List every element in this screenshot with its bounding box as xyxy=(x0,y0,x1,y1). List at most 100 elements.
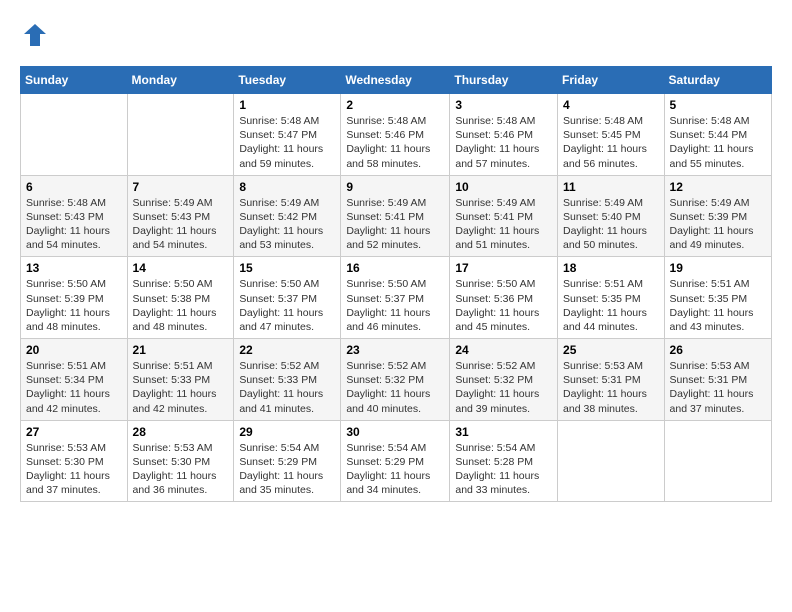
day-number: 9 xyxy=(346,180,444,194)
calendar-cell: 7 Sunrise: 5:49 AMSunset: 5:43 PMDaylight… xyxy=(127,175,234,257)
cell-info: Sunrise: 5:52 AMSunset: 5:32 PMDaylight:… xyxy=(455,359,552,416)
cell-info: Sunrise: 5:54 AMSunset: 5:29 PMDaylight:… xyxy=(346,441,444,498)
day-number: 3 xyxy=(455,98,552,112)
calendar-cell: 11Sunrise: 5:49 AMSunset: 5:40 PMDayligh… xyxy=(558,175,665,257)
calendar-cell: 18Sunrise: 5:51 AMSunset: 5:35 PMDayligh… xyxy=(558,257,665,339)
day-number: 29 xyxy=(239,425,335,439)
day-number: 7 xyxy=(133,180,229,194)
weekday-header-row: SundayMondayTuesdayWednesdayThursdayFrid… xyxy=(21,67,772,94)
day-number: 17 xyxy=(455,261,552,275)
cell-info: Sunrise: 5:49 AMSunset: 5:43 PMDaylight:… xyxy=(133,196,229,253)
calendar-cell: 16Sunrise: 5:50 AMSunset: 5:37 PMDayligh… xyxy=(341,257,450,339)
calendar-cell: 27 Sunrise: 5:53 AMSunset: 5:30 PMDayligh… xyxy=(21,420,128,502)
page-header xyxy=(20,20,772,50)
calendar-cell: 5Sunrise: 5:48 AMSunset: 5:44 PMDaylight… xyxy=(664,94,771,176)
cell-info: Sunrise: 5:51 AMSunset: 5:34 PMDaylight:… xyxy=(26,359,122,416)
calendar-cell: 29 Sunrise: 5:54 AMSunset: 5:29 PMDayligh… xyxy=(234,420,341,502)
day-number: 11 xyxy=(563,180,659,194)
day-number: 20 xyxy=(26,343,122,357)
cell-info: Sunrise: 5:51 AMSunset: 5:35 PMDaylight:… xyxy=(670,277,766,334)
calendar-cell: 6Sunrise: 5:48 AMSunset: 5:43 PMDaylight… xyxy=(21,175,128,257)
calendar-cell: 15 Sunrise: 5:50 AMSunset: 5:37 PMDayligh… xyxy=(234,257,341,339)
cell-info: Sunrise: 5:52 AMSunset: 5:33 PMDaylight:… xyxy=(239,359,335,416)
calendar-cell: 22 Sunrise: 5:52 AMSunset: 5:33 PMDayligh… xyxy=(234,339,341,421)
cell-info: Sunrise: 5:54 AMSunset: 5:28 PMDaylight:… xyxy=(455,441,552,498)
cell-info: Sunrise: 5:53 AMSunset: 5:31 PMDaylight:… xyxy=(563,359,659,416)
calendar-cell xyxy=(664,420,771,502)
calendar-cell: 3 Sunrise: 5:48 AMSunset: 5:46 PMDaylight… xyxy=(450,94,558,176)
day-number: 14 xyxy=(133,261,229,275)
day-number: 8 xyxy=(239,180,335,194)
calendar-cell: 23 Sunrise: 5:52 AMSunset: 5:32 PMDayligh… xyxy=(341,339,450,421)
cell-info: Sunrise: 5:52 AMSunset: 5:32 PMDaylight:… xyxy=(346,359,444,416)
cell-info: Sunrise: 5:53 AMSunset: 5:30 PMDaylight:… xyxy=(26,441,122,498)
calendar-cell: 26 Sunrise: 5:53 AMSunset: 5:31 PMDayligh… xyxy=(664,339,771,421)
calendar-cell: 31Sunrise: 5:54 AMSunset: 5:28 PMDayligh… xyxy=(450,420,558,502)
weekday-header-thursday: Thursday xyxy=(450,67,558,94)
cell-info: Sunrise: 5:50 AMSunset: 5:39 PMDaylight:… xyxy=(26,277,122,334)
cell-info: Sunrise: 5:49 AMSunset: 5:42 PMDaylight:… xyxy=(239,196,335,253)
day-number: 24 xyxy=(455,343,552,357)
calendar-cell: 2Sunrise: 5:48 AMSunset: 5:46 PMDaylight… xyxy=(341,94,450,176)
day-number: 6 xyxy=(26,180,122,194)
calendar-cell: 30 Sunrise: 5:54 AMSunset: 5:29 PMDayligh… xyxy=(341,420,450,502)
cell-info: Sunrise: 5:51 AMSunset: 5:35 PMDaylight:… xyxy=(563,277,659,334)
calendar-cell xyxy=(127,94,234,176)
cell-info: Sunrise: 5:48 AMSunset: 5:45 PMDaylight:… xyxy=(563,114,659,171)
cell-info: Sunrise: 5:48 AMSunset: 5:46 PMDaylight:… xyxy=(455,114,552,171)
cell-info: Sunrise: 5:54 AMSunset: 5:29 PMDaylight:… xyxy=(239,441,335,498)
day-number: 13 xyxy=(26,261,122,275)
day-number: 19 xyxy=(670,261,766,275)
weekday-header-monday: Monday xyxy=(127,67,234,94)
weekday-header-tuesday: Tuesday xyxy=(234,67,341,94)
weekday-header-sunday: Sunday xyxy=(21,67,128,94)
cell-info: Sunrise: 5:50 AMSunset: 5:37 PMDaylight:… xyxy=(346,277,444,334)
calendar-cell: 28Sunrise: 5:53 AMSunset: 5:30 PMDayligh… xyxy=(127,420,234,502)
day-number: 28 xyxy=(133,425,229,439)
calendar-cell xyxy=(558,420,665,502)
day-number: 4 xyxy=(563,98,659,112)
day-number: 27 xyxy=(26,425,122,439)
day-number: 25 xyxy=(563,343,659,357)
week-row-4: 20 Sunrise: 5:51 AMSunset: 5:34 PMDayligh… xyxy=(21,339,772,421)
weekday-header-wednesday: Wednesday xyxy=(341,67,450,94)
cell-info: Sunrise: 5:50 AMSunset: 5:38 PMDaylight:… xyxy=(133,277,229,334)
cell-info: Sunrise: 5:50 AMSunset: 5:36 PMDaylight:… xyxy=(455,277,552,334)
calendar-cell: 25 Sunrise: 5:53 AMSunset: 5:31 PMDayligh… xyxy=(558,339,665,421)
day-number: 12 xyxy=(670,180,766,194)
weekday-header-saturday: Saturday xyxy=(664,67,771,94)
calendar-cell: 10Sunrise: 5:49 AMSunset: 5:41 PMDayligh… xyxy=(450,175,558,257)
week-row-3: 13 Sunrise: 5:50 AMSunset: 5:39 PMDayligh… xyxy=(21,257,772,339)
calendar-cell: 24 Sunrise: 5:52 AMSunset: 5:32 PMDayligh… xyxy=(450,339,558,421)
day-number: 26 xyxy=(670,343,766,357)
logo-icon xyxy=(20,20,50,50)
week-row-2: 6Sunrise: 5:48 AMSunset: 5:43 PMDaylight… xyxy=(21,175,772,257)
day-number: 21 xyxy=(133,343,229,357)
calendar-cell: 19 Sunrise: 5:51 AMSunset: 5:35 PMDayligh… xyxy=(664,257,771,339)
calendar: SundayMondayTuesdayWednesdayThursdayFrid… xyxy=(20,66,772,502)
cell-info: Sunrise: 5:50 AMSunset: 5:37 PMDaylight:… xyxy=(239,277,335,334)
calendar-cell: 21Sunrise: 5:51 AMSunset: 5:33 PMDayligh… xyxy=(127,339,234,421)
cell-info: Sunrise: 5:48 AMSunset: 5:46 PMDaylight:… xyxy=(346,114,444,171)
week-row-5: 27 Sunrise: 5:53 AMSunset: 5:30 PMDayligh… xyxy=(21,420,772,502)
calendar-cell: 13 Sunrise: 5:50 AMSunset: 5:39 PMDayligh… xyxy=(21,257,128,339)
cell-info: Sunrise: 5:49 AMSunset: 5:41 PMDaylight:… xyxy=(455,196,552,253)
calendar-cell: 20 Sunrise: 5:51 AMSunset: 5:34 PMDayligh… xyxy=(21,339,128,421)
day-number: 30 xyxy=(346,425,444,439)
logo xyxy=(20,20,54,50)
calendar-cell: 8 Sunrise: 5:49 AMSunset: 5:42 PMDaylight… xyxy=(234,175,341,257)
day-number: 15 xyxy=(239,261,335,275)
calendar-cell: 12 Sunrise: 5:49 AMSunset: 5:39 PMDayligh… xyxy=(664,175,771,257)
calendar-cell: 1 Sunrise: 5:48 AMSunset: 5:47 PMDaylight… xyxy=(234,94,341,176)
cell-info: Sunrise: 5:49 AMSunset: 5:39 PMDaylight:… xyxy=(670,196,766,253)
calendar-cell: 17 Sunrise: 5:50 AMSunset: 5:36 PMDayligh… xyxy=(450,257,558,339)
day-number: 1 xyxy=(239,98,335,112)
day-number: 5 xyxy=(670,98,766,112)
cell-info: Sunrise: 5:53 AMSunset: 5:31 PMDaylight:… xyxy=(670,359,766,416)
day-number: 22 xyxy=(239,343,335,357)
week-row-1: 1 Sunrise: 5:48 AMSunset: 5:47 PMDaylight… xyxy=(21,94,772,176)
cell-info: Sunrise: 5:49 AMSunset: 5:41 PMDaylight:… xyxy=(346,196,444,253)
day-number: 23 xyxy=(346,343,444,357)
cell-info: Sunrise: 5:48 AMSunset: 5:47 PMDaylight:… xyxy=(239,114,335,171)
calendar-cell: 14 Sunrise: 5:50 AMSunset: 5:38 PMDayligh… xyxy=(127,257,234,339)
